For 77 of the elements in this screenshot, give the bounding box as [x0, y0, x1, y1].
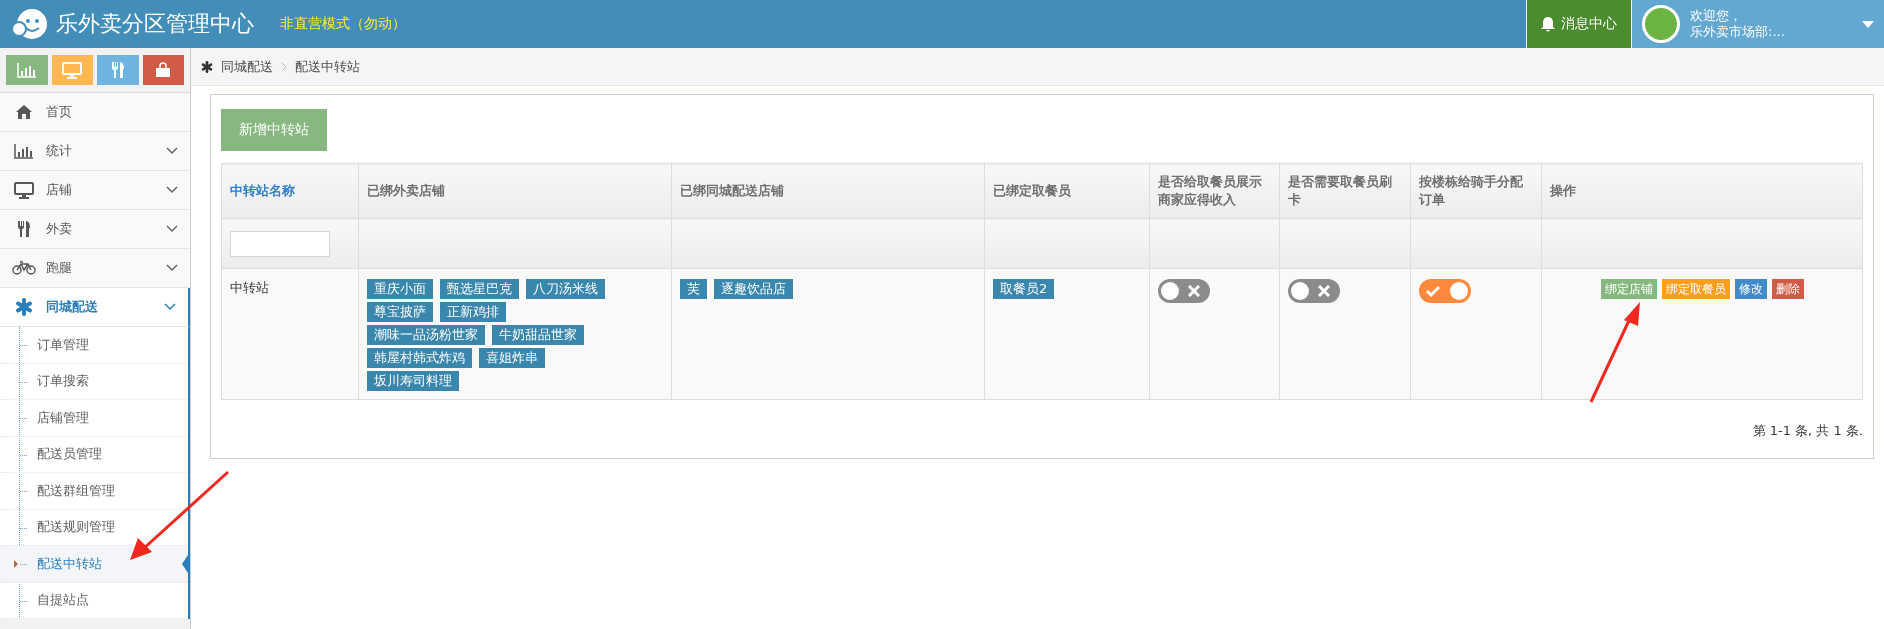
- sidebar-item[interactable]: 跑腿: [0, 249, 190, 288]
- toggle-switch[interactable]: [1419, 279, 1471, 303]
- welcome-text: 欢迎您，: [1690, 8, 1743, 24]
- shop-tag: 逐趣饮品店: [714, 279, 793, 299]
- submenu-item[interactable]: 配送中转站: [0, 546, 188, 583]
- toggle-switch[interactable]: [1288, 279, 1340, 303]
- submenu-item[interactable]: 配送群组管理: [0, 473, 188, 510]
- column-header: 已绑定取餐员: [984, 163, 1150, 219]
- shortcut-button[interactable]: [97, 55, 139, 85]
- chevron-down-icon: [166, 147, 178, 155]
- fork-knife-icon: [110, 61, 125, 79]
- shop-tag: 尊宝披萨: [367, 302, 433, 322]
- monitor-icon: [62, 61, 83, 79]
- chevron-down-icon: [166, 264, 178, 272]
- column-header[interactable]: 中转站名称: [221, 163, 359, 219]
- shop-tag: 芙: [680, 279, 707, 299]
- column-header: 已绑同城配送店铺: [671, 163, 985, 219]
- submenu-item[interactable]: 订单搜索: [0, 363, 188, 400]
- toggle-switch[interactable]: [1158, 279, 1210, 303]
- shortcut-button[interactable]: [6, 55, 48, 85]
- bicycle-icon: [12, 261, 36, 275]
- picker-tag: 取餐员2: [993, 279, 1055, 299]
- breadcrumb-link[interactable]: 同城配送: [221, 57, 273, 76]
- shop-tag: 八刀汤米线: [526, 279, 605, 299]
- shop-tag: 坂川寿司料理: [367, 371, 459, 391]
- action-button[interactable]: 修改: [1734, 279, 1767, 299]
- column-header: 按楼栋给骑手分配订单: [1410, 163, 1542, 219]
- filter-input[interactable]: [230, 230, 330, 257]
- shop-tag: 韩屋村韩式炸鸡: [367, 348, 472, 368]
- chevron-down-icon: [164, 303, 176, 311]
- submenu-item[interactable]: 自提站点: [0, 582, 188, 619]
- shop-tag: 重庆小面: [367, 279, 433, 299]
- home-icon: [15, 104, 33, 120]
- caret-icon: [1862, 20, 1874, 28]
- sidebar-item[interactable]: 统计: [0, 132, 190, 171]
- app-title: 乐外卖分区管理中心: [56, 10, 254, 38]
- breadcrumb-link[interactable]: 配送中转站: [295, 57, 360, 76]
- logo-icon: [10, 7, 50, 41]
- avatar-icon: [1642, 5, 1680, 43]
- bar-chart-icon: [14, 143, 34, 159]
- chevron-right-icon: [281, 61, 287, 72]
- mode-label: 非直营模式（勿动）: [280, 15, 406, 33]
- user-name: 乐外卖市场部:...: [1690, 24, 1785, 40]
- sidebar-item[interactable]: 店铺: [0, 171, 190, 210]
- shopping-bag-icon: [155, 62, 172, 78]
- pagination-text: 第 1-1 条, 共 1 条.: [1752, 422, 1863, 440]
- fork-knife-icon: [17, 220, 31, 238]
- chevron-down-icon: [166, 225, 178, 233]
- column-header: 是否需要取餐员刷卡: [1279, 163, 1411, 219]
- bar-chart-icon: [16, 62, 37, 78]
- column-header: 是否给取餐员展示商家应得收入: [1149, 163, 1280, 219]
- station-name: 中转站: [221, 268, 359, 400]
- sidebar-item[interactable]: 外卖: [0, 210, 190, 249]
- submenu-item[interactable]: 店铺管理: [0, 400, 188, 437]
- check-icon: [1426, 285, 1440, 297]
- monitor-icon: [14, 181, 34, 199]
- bell-icon: [1541, 16, 1555, 32]
- submenu-item[interactable]: 配送员管理: [0, 436, 188, 473]
- cross-icon: [1188, 285, 1200, 297]
- sidebar-item[interactable]: 同城配送: [0, 288, 190, 327]
- asterisk-icon: [15, 298, 33, 316]
- shop-tag: 牛奶甜品世家: [492, 325, 584, 345]
- column-header: 操作: [1541, 163, 1863, 219]
- shortcut-button[interactable]: [51, 55, 93, 85]
- submenu-item[interactable]: 订单管理: [0, 327, 188, 364]
- shortcut-button[interactable]: [142, 55, 184, 85]
- asterisk-icon: [201, 60, 213, 73]
- message-center-button[interactable]: 消息中心: [1526, 0, 1631, 48]
- shop-tag: 喜姐炸串: [479, 348, 545, 368]
- shop-tag: 潮味一品汤粉世家: [367, 325, 485, 345]
- column-header: 已绑外卖店铺: [358, 163, 672, 219]
- shop-tag: 正新鸡排: [440, 302, 506, 322]
- chevron-down-icon: [166, 186, 178, 194]
- shop-tag: 甄选星巴克: [440, 279, 519, 299]
- cross-icon: [1318, 285, 1330, 297]
- sidebar-item[interactable]: 首页: [0, 93, 190, 132]
- action-button[interactable]: 删除: [1771, 279, 1804, 299]
